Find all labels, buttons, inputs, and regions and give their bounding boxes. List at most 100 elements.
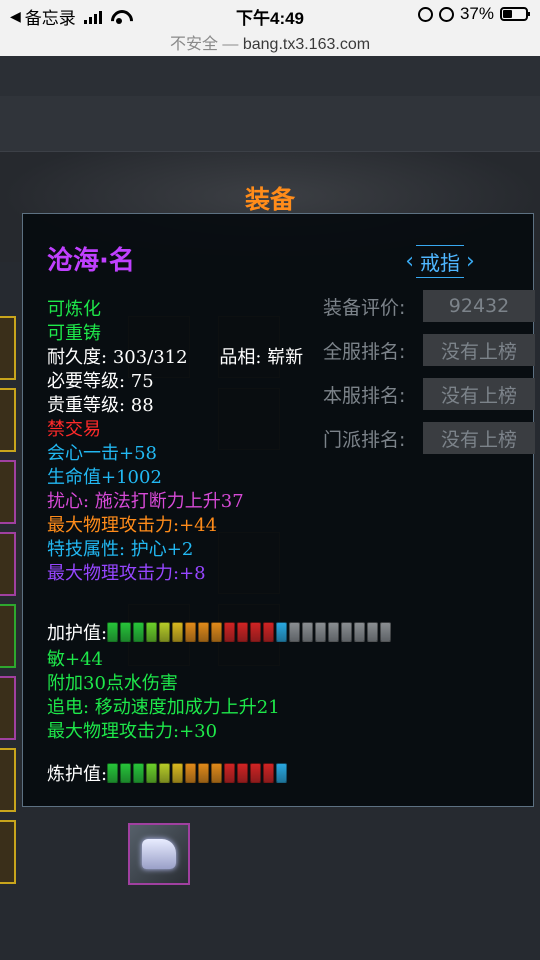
rank-panel: 装备评价: 92432 全服排名: 没有上榜 本服排名: 没有上榜 门派排名: …: [323, 290, 535, 466]
attribute-line: 扰心: 施法打断力上升37: [47, 491, 244, 512]
gauge-segment: [211, 622, 223, 642]
rank-value: 没有上榜: [423, 334, 535, 366]
rank-value: 没有上榜: [423, 378, 535, 410]
gauge-segment: [107, 763, 119, 783]
protect-gauge: [107, 622, 392, 642]
orientation-lock-icon: [417, 6, 433, 22]
attribute-line: 附加30点水伤害: [47, 673, 178, 694]
gauge-segment: [315, 622, 327, 642]
attribute-line: 追电: 移动速度加成力上升21: [47, 697, 280, 718]
battery-percent: 37%: [459, 4, 494, 23]
gauge-segment: [250, 763, 262, 783]
gauge-segment: [250, 622, 262, 642]
url-bar[interactable]: 不安全 — bang.tx3.163.com: [0, 30, 540, 56]
gauge-segment: [354, 622, 366, 642]
alarm-icon: [438, 6, 454, 22]
attribute-line: 会心一击+58: [47, 443, 157, 464]
gauge-segment: [120, 763, 132, 783]
gauge-segment: [185, 763, 197, 783]
attribute-line: 可炼化: [47, 299, 101, 320]
equipment-slot[interactable]: [0, 460, 16, 524]
gauge-segment: [185, 622, 197, 642]
gauge-segment: [159, 763, 171, 783]
refine-gauge-row: 炼护值:: [47, 760, 288, 786]
attribute-line: 可重铸: [47, 323, 101, 344]
gauge-segment: [159, 622, 171, 642]
gauge-segment: [237, 763, 249, 783]
item-tooltip: 沧海·名 ‹ 戒指 › 装备评价: 92432 全服排名: 没有上榜 本服排名:…: [22, 213, 535, 807]
gauge-segment: [341, 622, 353, 642]
gauge-segment: [237, 622, 249, 642]
gauge-segment: [289, 622, 301, 642]
rank-value: 没有上榜: [423, 422, 535, 454]
equipment-slot[interactable]: [0, 820, 16, 884]
protect-label: 加护值:: [47, 623, 108, 644]
chevron-right-icon: ›: [466, 248, 475, 274]
chevron-left-icon: ‹: [405, 248, 414, 274]
gauge-segment: [133, 622, 145, 642]
section-title: 装备: [244, 185, 295, 214]
refine-gauge: [107, 763, 288, 783]
item-name: 沧海·名: [47, 246, 135, 276]
rank-value: 92432: [423, 290, 535, 322]
gauge-segment: [302, 622, 314, 642]
equipment-slot[interactable]: [0, 388, 16, 452]
gauge-segment: [211, 763, 223, 783]
gauge-segment: [224, 763, 236, 783]
item-type-label: 戒指: [416, 244, 464, 278]
status-bar: ◀ 备忘录 下午4:49 37%: [0, 0, 540, 30]
refine-label: 炼护值:: [47, 764, 108, 785]
attribute-list: 可炼化 可重铸 耐久度: 303/312 品相: 崭新 必要等级: 75 贵重等…: [47, 298, 303, 586]
rank-label: 门派排名:: [323, 428, 406, 451]
gauge-segment: [107, 622, 119, 642]
gauge-segment: [198, 763, 210, 783]
equipment-slot[interactable]: [0, 676, 16, 740]
equipment-slot[interactable]: [0, 532, 16, 596]
boots-item-icon[interactable]: [128, 823, 190, 885]
battery-icon: [500, 7, 530, 21]
durability-label: 耐久度:: [47, 347, 108, 368]
durability-value: 303/312: [112, 347, 188, 368]
battery-fill: [503, 10, 512, 18]
gauge-segment: [367, 622, 379, 642]
gauge-segment: [146, 763, 158, 783]
gauge-segment: [276, 763, 288, 783]
quality-value: 崭新: [267, 347, 304, 368]
gauge-segment: [133, 763, 145, 783]
attribute-line: 最大物理攻击力:+44: [47, 515, 218, 536]
gauge-segment: [172, 763, 184, 783]
security-warning: 不安全 —: [169, 36, 239, 53]
gauge-segment: [172, 622, 184, 642]
trade-status: 禁交易: [47, 419, 101, 440]
attribute-line: 特技属性: 护心+2: [47, 539, 194, 560]
attribute-line: 敏+44: [47, 649, 103, 670]
rank-label: 全服排名:: [323, 340, 406, 363]
equipment-slot[interactable]: [0, 316, 16, 380]
header-band: [0, 96, 540, 152]
gauge-segment: [198, 622, 210, 642]
gauge-segment: [224, 622, 236, 642]
status-right: 37%: [417, 4, 530, 24]
durability-line: 耐久度: 303/312 品相: 崭新: [47, 346, 303, 370]
precious-level: 贵重等级: 88: [47, 395, 154, 416]
boots-icon: [142, 839, 176, 869]
rank-row: 全服排名: 没有上榜: [323, 334, 535, 366]
rank-label: 本服排名:: [323, 384, 406, 407]
quality-label: 品相:: [219, 347, 262, 368]
attribute-list-bottom: 敏+44 附加30点水伤害 追电: 移动速度加成力上升21 最大物理攻击力:+3…: [47, 648, 280, 744]
gauge-segment: [276, 622, 288, 642]
url-host[interactable]: bang.tx3.163.com: [243, 36, 370, 53]
gauge-segment: [328, 622, 340, 642]
rank-row: 门派排名: 没有上榜: [323, 422, 535, 454]
rank-label: 装备评价:: [323, 296, 406, 319]
attribute-line: 最大物理攻击力:+8: [47, 563, 206, 584]
item-type-tag: ‹ 戒指 ›: [401, 244, 479, 278]
attribute-line: 最大物理攻击力:+30: [47, 721, 218, 742]
equipment-slot[interactable]: [0, 748, 16, 812]
gauge-segment: [146, 622, 158, 642]
equipment-slot[interactable]: [0, 604, 16, 668]
required-level: 必要等级: 75: [47, 371, 154, 392]
rank-row: 装备评价: 92432: [323, 290, 535, 322]
nav-band: [0, 56, 540, 96]
protect-gauge-row: 加护值:: [47, 619, 392, 645]
